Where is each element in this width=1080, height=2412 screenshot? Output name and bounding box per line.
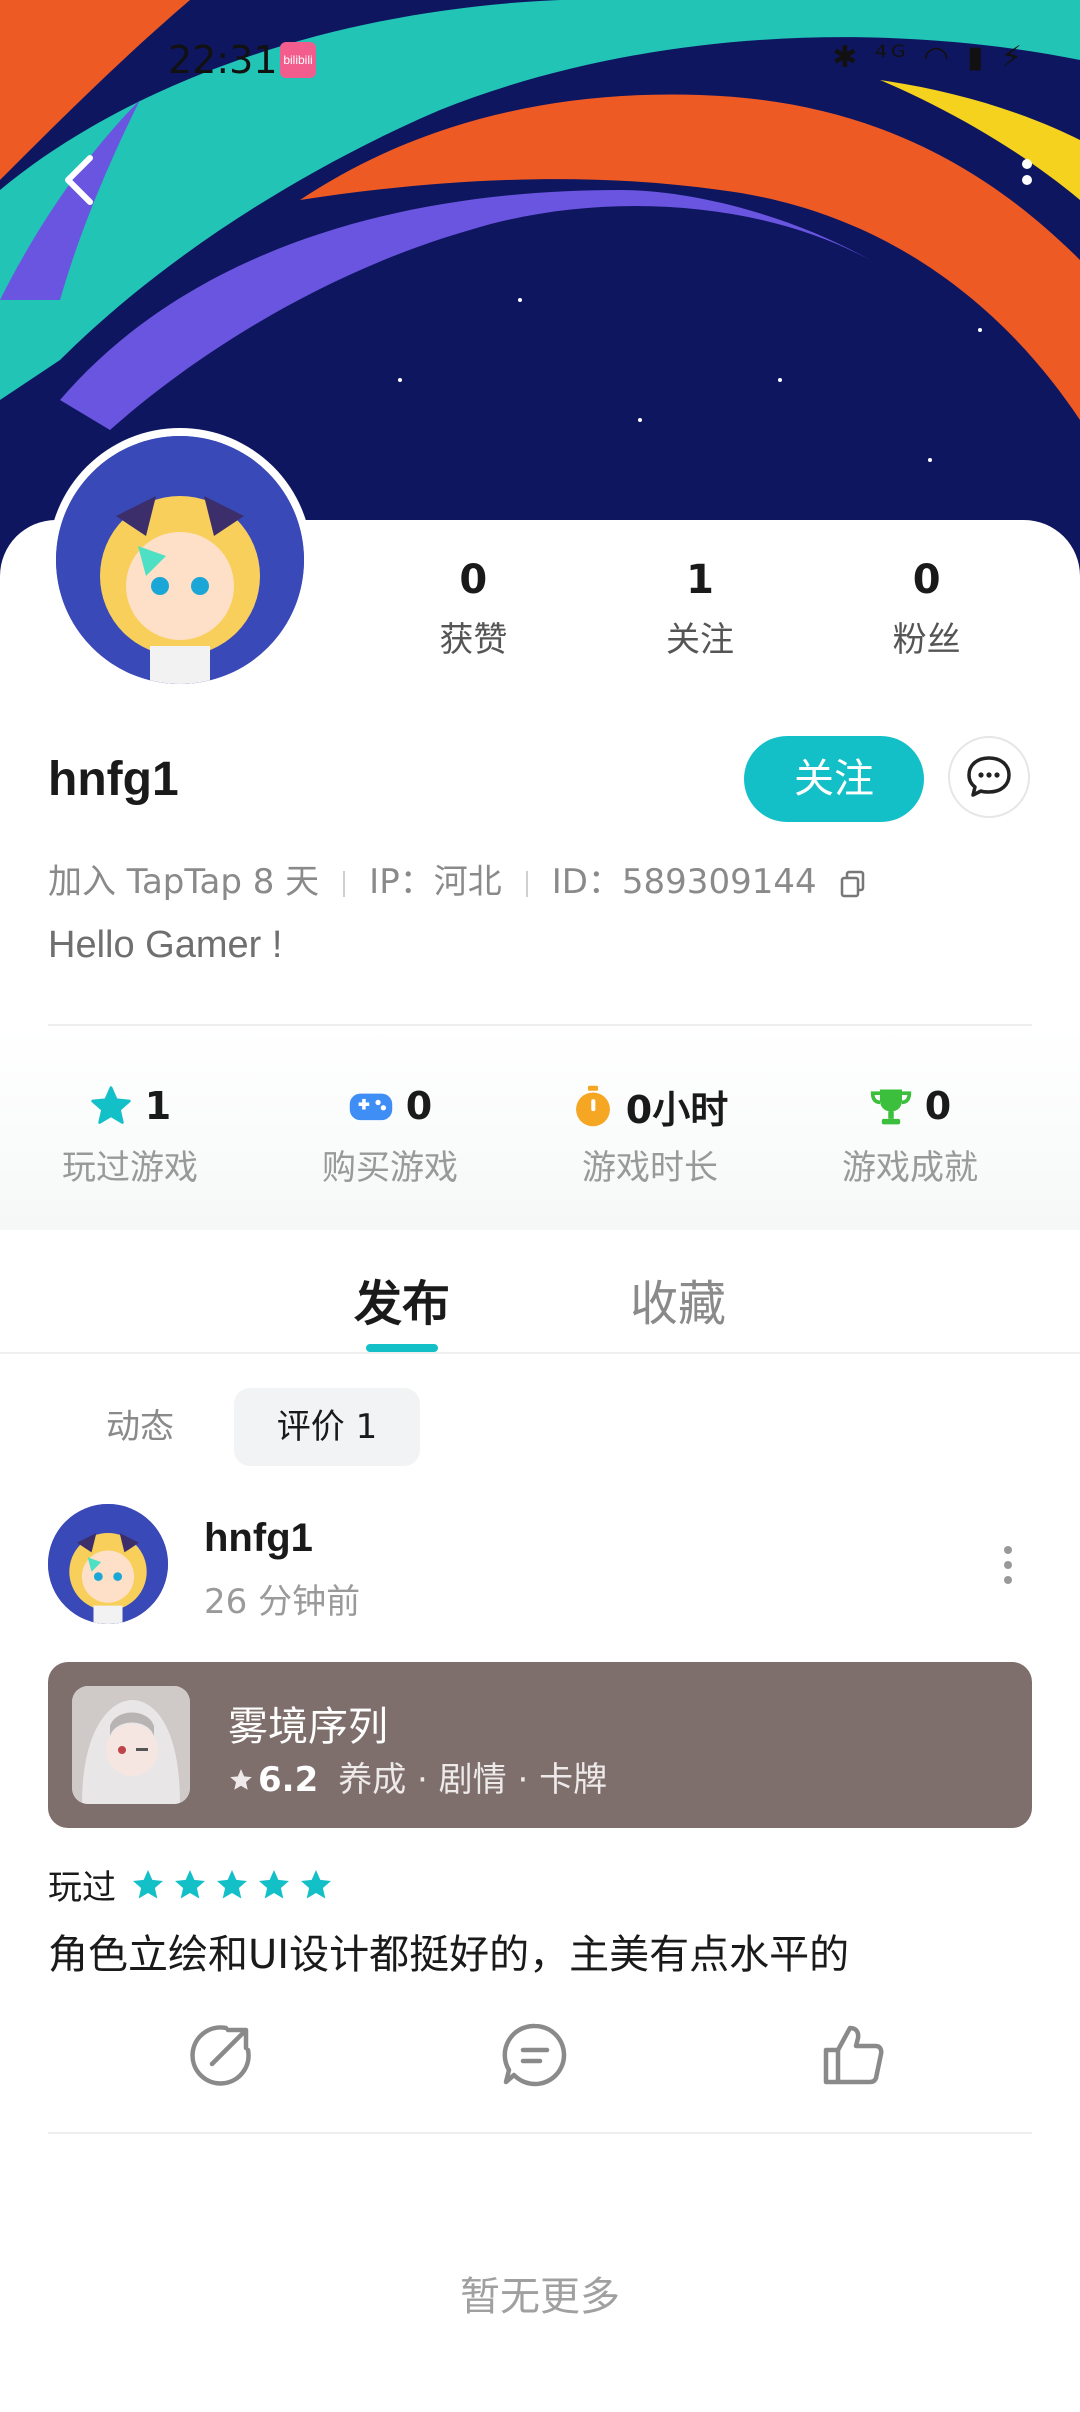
ip-location: IP：河北 bbox=[369, 862, 502, 902]
profile-stats: 0 获赞 1 关注 0 粉丝 bbox=[360, 556, 1040, 661]
status-time: 22:31 bbox=[168, 38, 278, 82]
game-name: 雾境序列 bbox=[228, 1704, 388, 1750]
comment-button[interactable] bbox=[500, 2020, 570, 2090]
bilibili-app-icon: bilibili bbox=[280, 42, 316, 78]
game-stat-label: 游戏时长 bbox=[582, 1148, 718, 1188]
back-button[interactable] bbox=[52, 150, 112, 210]
game-stat-achievements[interactable]: 0 游戏成就 bbox=[780, 1080, 1040, 1189]
star-icon bbox=[259, 1869, 289, 1898]
game-stat-playtime[interactable]: 0小时 游戏时长 bbox=[520, 1080, 780, 1189]
stat-following[interactable]: 1 关注 bbox=[600, 556, 800, 661]
thumbs-up-icon bbox=[823, 2025, 884, 2085]
content-tabs: 发布 收藏 bbox=[0, 1232, 1080, 1354]
subtab-review[interactable]: 评价 1 bbox=[234, 1388, 420, 1466]
avatar-illustration bbox=[48, 1504, 168, 1624]
game-stat-value: 0 bbox=[405, 1084, 433, 1128]
game-icon bbox=[72, 1686, 190, 1804]
share-icon bbox=[190, 2025, 251, 2086]
star-icon bbox=[230, 1769, 252, 1790]
star-icon bbox=[133, 1869, 163, 1898]
game-stats: 1 玩过游戏 0 购买游戏 0小时 游戏时长 0 游戏成就 bbox=[0, 1080, 1080, 1189]
stat-label: 粉丝 bbox=[892, 620, 961, 660]
post-avatar[interactable] bbox=[48, 1504, 168, 1624]
meta-divider bbox=[343, 870, 346, 897]
game-meta: 6.2 养成 · 剧情 · 卡牌 bbox=[228, 1752, 607, 1801]
game-stat-label: 玩过游戏 bbox=[62, 1148, 198, 1188]
more-vertical-icon bbox=[1022, 159, 1032, 185]
stat-label: 关注 bbox=[665, 620, 734, 660]
rating-row: 玩过 bbox=[48, 1860, 340, 1909]
star-icon bbox=[175, 1869, 205, 1898]
profile-avatar[interactable] bbox=[48, 428, 312, 692]
post-time: 26 分钟前 bbox=[204, 1582, 361, 1622]
star-icon bbox=[91, 1086, 131, 1124]
no-more-text: 暂无更多 bbox=[460, 2274, 620, 2320]
game-stat-value: 0小时 bbox=[625, 1087, 729, 1132]
stat-value: 0 bbox=[459, 557, 488, 603]
avatar-illustration bbox=[56, 436, 304, 684]
message-button[interactable] bbox=[948, 736, 1030, 818]
post-username[interactable]: hnfg1 bbox=[204, 1516, 313, 1561]
stat-value: 1 bbox=[686, 557, 714, 603]
share-button[interactable] bbox=[186, 2020, 256, 2090]
stat-followers[interactable]: 0 粉丝 bbox=[827, 556, 1027, 661]
avatar-image bbox=[56, 436, 304, 684]
gamepad-icon bbox=[349, 1093, 392, 1121]
game-stat-purchased[interactable]: 0 购买游戏 bbox=[260, 1080, 520, 1189]
chevron-left-icon bbox=[65, 155, 93, 205]
tab-collect[interactable]: 收藏 bbox=[630, 1264, 726, 1334]
game-card[interactable]: 雾境序列 6.2 养成 · 剧情 · 卡牌 bbox=[48, 1662, 1032, 1828]
post-actions bbox=[0, 2020, 1080, 2090]
game-stat-played[interactable]: 1 玩过游戏 bbox=[0, 1080, 260, 1189]
stopwatch-icon bbox=[575, 1085, 610, 1127]
star-icon bbox=[217, 1869, 247, 1898]
game-score: 6.2 bbox=[258, 1760, 319, 1800]
section-divider bbox=[48, 2132, 1032, 2134]
game-stat-label: 购买游戏 bbox=[322, 1148, 458, 1188]
profile-username: hnfg1 bbox=[48, 753, 179, 806]
played-label: 玩过 bbox=[48, 1868, 116, 1908]
profile-meta: 加入 TapTap 8 天 IP：河北 ID：589309144 bbox=[48, 854, 869, 903]
post-more-button[interactable] bbox=[990, 1540, 1026, 1590]
status-icons: ✱ ⁴ᴳ ◠ ▮ ⚡ bbox=[832, 40, 1026, 75]
stat-likes[interactable]: 0 获赞 bbox=[373, 556, 573, 661]
copy-icon[interactable] bbox=[837, 868, 869, 900]
game-cover-art bbox=[72, 1686, 190, 1804]
follow-button[interactable]: 关注 bbox=[744, 736, 924, 822]
trophy-icon bbox=[870, 1089, 911, 1125]
profile-bio: Hello Gamer ! bbox=[48, 924, 283, 966]
game-tags: 养成 · 剧情 · 卡牌 bbox=[338, 1760, 608, 1800]
tab-publish[interactable]: 发布 bbox=[354, 1264, 450, 1334]
comment-icon bbox=[502, 2023, 567, 2087]
join-info: 加入 TapTap 8 天 bbox=[48, 862, 320, 902]
stat-label: 获赞 bbox=[439, 620, 508, 660]
game-stat-value: 1 bbox=[144, 1084, 172, 1128]
like-button[interactable] bbox=[818, 2020, 888, 2090]
stat-value: 0 bbox=[912, 557, 941, 603]
status-bar: 22:31 bilibili ✱ ⁴ᴳ ◠ ▮ ⚡ bbox=[0, 0, 1080, 120]
star-icon bbox=[301, 1869, 331, 1898]
more-vertical-icon bbox=[1004, 1546, 1012, 1584]
user-id: ID：589309144 bbox=[551, 862, 817, 902]
tab-active-indicator bbox=[366, 1344, 438, 1352]
meta-divider bbox=[525, 870, 528, 897]
game-stat-value: 0 bbox=[924, 1084, 952, 1128]
chat-bubble-icon bbox=[967, 756, 1011, 797]
rating-stars bbox=[130, 1867, 340, 1903]
game-stat-label: 游戏成就 bbox=[842, 1148, 978, 1188]
subtab-dynamic[interactable]: 动态 bbox=[90, 1388, 190, 1466]
review-text[interactable]: 角色立绘和UI设计都挺好的，主美有点水平的 bbox=[48, 1922, 849, 1980]
more-options-button[interactable] bbox=[1002, 150, 1052, 210]
